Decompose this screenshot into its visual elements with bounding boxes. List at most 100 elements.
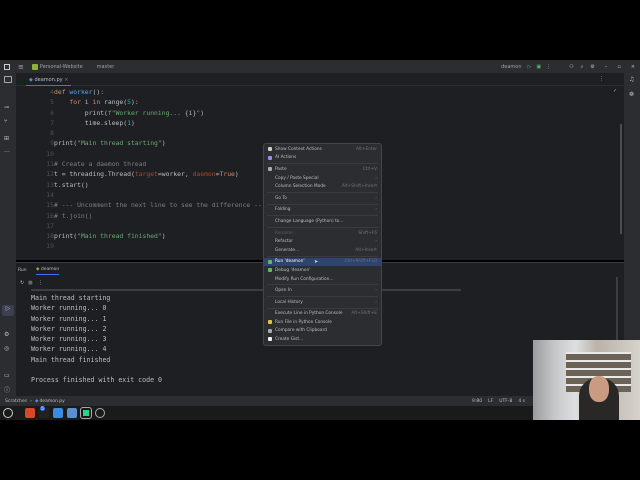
paste-icon: [268, 167, 272, 172]
menu-item-column-selection-mode[interactable]: Column Selection Mode Alt+Shift+Insert: [264, 182, 381, 191]
submenu-chevron-icon: ›: [375, 175, 377, 181]
debug-icon[interactable]: ▣: [536, 64, 541, 70]
settings-app-icon[interactable]: [95, 408, 105, 418]
console-line: Main thread finished: [31, 355, 111, 364]
python-packages-icon[interactable]: ◎: [4, 345, 9, 352]
more-icon[interactable]: ⋮: [546, 64, 551, 70]
menu-item-refactor[interactable]: Refactor ›: [264, 237, 381, 246]
project-selector[interactable]: Personal-Website: [40, 64, 83, 70]
menu-item-label: Show Context Actions: [275, 146, 322, 152]
ai-assistant-icon[interactable]: ❁: [629, 91, 634, 98]
menu-item-label: Copy / Paste Special: [275, 175, 319, 181]
code-line[interactable]: [54, 128, 614, 138]
commit-icon[interactable]: ⊸: [4, 104, 9, 111]
breadcrumb-root[interactable]: Scratches: [5, 399, 27, 404]
main-menu-icon[interactable]: ≡: [18, 63, 24, 71]
menu-item-label: Run File in Python Console: [275, 319, 332, 325]
submenu-chevron-icon: ›: [375, 207, 377, 213]
menu-item-create-gist[interactable]: Create Gist...: [264, 335, 381, 344]
caret-position[interactable]: 9:80: [472, 399, 482, 404]
menu-item-run-deamon[interactable]: Run 'deamon' Ctrl+Shift+F10 ➤: [264, 257, 381, 267]
menu-item-local-history[interactable]: Local History ›: [264, 298, 381, 307]
code-line[interactable]: def worker():: [54, 87, 614, 97]
ubuntu-software-icon[interactable]: [25, 408, 35, 418]
menu-item-change-language-python-to[interactable]: Change Language (Python) to...: [264, 217, 381, 226]
menu-item-label: Create Gist...: [275, 337, 304, 343]
vertical-scrollbar[interactable]: [620, 124, 622, 234]
line-number: 12: [46, 170, 54, 179]
menu-item-run-file-in-python-console[interactable]: Run File in Python Console: [264, 318, 381, 327]
console-line: Worker running... 2: [31, 324, 107, 333]
screenshot-app-icon[interactable]: [67, 408, 77, 418]
run-more-icon[interactable]: ⋮: [38, 280, 43, 286]
code-line[interactable]: time.sleep(1): [54, 118, 614, 128]
add-user-icon[interactable]: ⚇: [569, 64, 573, 70]
tab-more-icon[interactable]: ⋮: [599, 76, 604, 82]
line-numbers: 4 5 6 7 8 9 10 11 12 13 14 15 16 17 18 19: [16, 87, 54, 252]
stop-icon[interactable]: ■: [28, 280, 33, 286]
start-menu-icon[interactable]: [3, 408, 13, 418]
line-number: 19: [46, 242, 54, 251]
project-tool-icon[interactable]: [4, 76, 12, 83]
menu-separator: [267, 255, 378, 257]
run-icon[interactable]: ▷: [528, 64, 532, 70]
menu-item-execute-line-in-python-console[interactable]: Execute Line in Python Console Alt+Shift+…: [264, 310, 381, 319]
breadcrumb-file[interactable]: deamon.py: [39, 399, 64, 404]
menu-item-rename[interactable]: Rename... Shift+F6: [264, 229, 381, 238]
breadcrumb-separator: ›: [30, 398, 32, 404]
search-icon[interactable]: ⌕: [581, 64, 584, 70]
structure-icon[interactable]: ⊞: [4, 135, 9, 142]
menu-item-shortcut: Alt+Shift+E: [351, 311, 377, 317]
menu-item-label: Execute Line in Python Console: [275, 311, 343, 317]
more-tools-icon[interactable]: …: [4, 147, 10, 154]
menu-item-go-to[interactable]: Go To ›: [264, 194, 381, 203]
menu-item-ai-actions[interactable]: AI Actions: [264, 154, 381, 163]
encoding[interactable]: UTF-8: [499, 399, 512, 404]
close-tab-icon[interactable]: ×: [64, 77, 68, 83]
problems-icon[interactable]: ⓘ: [4, 385, 10, 394]
maximize-button[interactable]: ▫: [617, 64, 620, 70]
run-tool-icon[interactable]: ▷: [2, 305, 14, 316]
indent[interactable]: 4 s: [518, 399, 525, 404]
menu-item-modify-run-configuration[interactable]: Modify Run Configuration...: [264, 275, 381, 284]
console-output[interactable]: Main thread starting Worker running... 0W…: [31, 293, 162, 386]
app-badge-icon[interactable]: 5: [39, 406, 49, 418]
notifications-icon[interactable]: ♫: [629, 76, 634, 83]
menu-item-shortcut: Shift+F6: [358, 230, 377, 236]
run-config-tab[interactable]: ◆ deamon: [36, 267, 60, 275]
menu-item-copy-paste-special[interactable]: Copy / Paste Special ›: [264, 174, 381, 183]
line-number: 15: [46, 201, 54, 210]
files-icon[interactable]: [53, 408, 63, 418]
settings-icon[interactable]: ⚙: [590, 64, 594, 70]
menu-item-compare-with-clipboard[interactable]: Compare with Clipboard: [264, 327, 381, 336]
menu-item-generate[interactable]: Generate... Alt+Insert: [264, 246, 381, 255]
menu-item-debug-deamon[interactable]: Debug 'deamon': [264, 266, 381, 275]
menu-item-folding[interactable]: Folding ›: [264, 206, 381, 215]
face: [589, 376, 609, 402]
python-icon: [268, 320, 272, 325]
menu-item-open-in[interactable]: Open In ›: [264, 286, 381, 295]
terminal-icon[interactable]: ▭: [4, 372, 10, 379]
code-line[interactable]: for i in range(5):: [54, 97, 614, 107]
pull-requests-icon[interactable]: ⑂: [4, 118, 8, 125]
pycharm-icon[interactable]: [80, 407, 92, 419]
menu-separator: [267, 191, 378, 193]
console-line: Process finished with exit code 0: [31, 376, 163, 385]
title-bar: ≡ Personal-Website master deamon ▷ ▣ ⋮ ⚇…: [0, 60, 640, 73]
menu-item-shortcut: Alt+Enter: [356, 146, 377, 152]
menu-item-label: Open In: [275, 288, 292, 294]
rerun-icon[interactable]: ↻: [20, 280, 24, 286]
code-line[interactable]: print(f"Worker running... {i}"): [54, 108, 614, 118]
menu-item-show-context-actions[interactable]: Show Context Actions Alt+Enter: [264, 145, 381, 154]
tab-deamon-py[interactable]: ◆ deamon.py ×: [26, 75, 72, 86]
webcam-overlay: [533, 340, 640, 420]
branch-selector[interactable]: master: [97, 64, 115, 70]
minimize-button[interactable]: –: [605, 64, 608, 70]
line-separator[interactable]: LF: [488, 399, 493, 404]
command-line: [31, 289, 461, 291]
menu-item-paste[interactable]: Paste Ctrl+V: [264, 165, 381, 174]
services-icon[interactable]: ⚙: [4, 331, 9, 338]
close-button[interactable]: ×: [631, 64, 635, 70]
run-config-selector[interactable]: deamon: [501, 64, 521, 70]
app-logo-icon[interactable]: [4, 63, 10, 70]
